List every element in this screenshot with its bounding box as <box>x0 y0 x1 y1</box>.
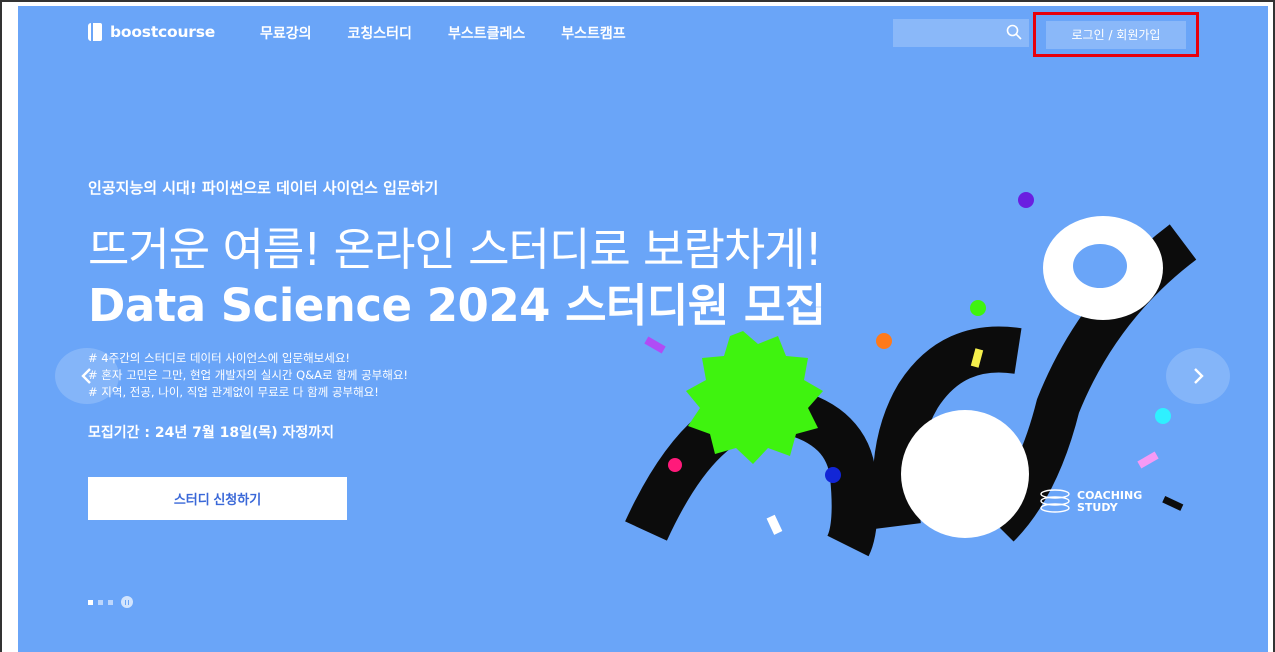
logo-icon <box>88 23 102 41</box>
nav-item-boost-camp[interactable]: 부스트캠프 <box>561 23 625 43</box>
apply-study-button[interactable]: 스터디 신청하기 <box>88 477 347 520</box>
carousel-dot[interactable] <box>108 599 113 605</box>
carousel-prev-button[interactable] <box>55 348 119 404</box>
hero-banner: boostcourse 무료강의 코칭스터디 부스트클레스 부스트캠프 로그인 … <box>18 6 1268 652</box>
chevron-right-icon <box>1194 368 1204 384</box>
coaching-study-badge: COACHING STUDY <box>1039 488 1142 516</box>
hero-bullet: # 4주간의 스터디로 데이터 사이언스에 입문해보세요! <box>88 351 351 365</box>
carousel-indicators <box>88 596 133 608</box>
nav-item-boost-class[interactable]: 부스트클레스 <box>448 23 525 43</box>
chevron-left-icon <box>81 368 91 384</box>
login-signup-button[interactable]: 로그인 / 회원가입 <box>1046 20 1186 49</box>
hero-bullet: # 혼자 고민은 그만, 현업 개발자의 실시간 Q&A로 함께 공부해요! <box>88 368 409 382</box>
search-icon[interactable] <box>1006 24 1022 40</box>
carousel-dot[interactable] <box>88 599 93 605</box>
hero-subtitle: 인공지능의 시대! 파이썬으로 데이터 사이언스 입문하기 <box>88 179 439 197</box>
logo-text: boostcourse <box>110 23 216 41</box>
main-nav: 무료강의 코칭스터디 부스트클레스 부스트캠프 <box>260 23 662 43</box>
coaching-study-icon <box>1040 489 1070 513</box>
hero-bullet: # 지역, 전공, 나이, 직업 관계없이 무료로 다 함께 공부해요! <box>88 385 379 399</box>
carousel-next-button[interactable] <box>1166 348 1230 404</box>
nav-item-free-courses[interactable]: 무료강의 <box>260 23 312 43</box>
recruit-period: 모집기간 : 24년 7월 18일(목) 자정까지 <box>88 425 335 441</box>
carousel-dot[interactable] <box>98 599 103 605</box>
pause-icon[interactable] <box>121 596 133 608</box>
search-input[interactable] <box>893 19 1029 47</box>
hero-title-line2: Data Science 2024 스터디원 모집 <box>88 279 826 332</box>
login-highlight-box: 로그인 / 회원가입 <box>1033 12 1199 57</box>
hero-bullets: # 4주간의 스터디로 데이터 사이언스에 입문해보세요! # 혼자 고민은 그… <box>88 350 408 401</box>
brand-logo[interactable]: boostcourse <box>88 23 215 41</box>
badge-line2: STUDY <box>1077 501 1118 514</box>
nav-item-coaching-study[interactable]: 코칭스터디 <box>348 23 412 43</box>
